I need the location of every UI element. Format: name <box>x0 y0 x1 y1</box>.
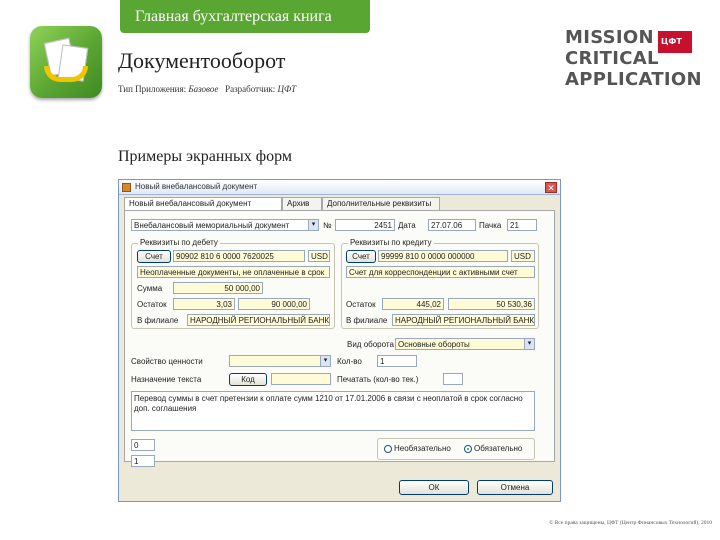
tab-archive[interactable]: Архив <box>282 197 322 210</box>
dialog-titlebar: Новый внебалансовый документ ✕ <box>119 180 560 195</box>
credit-account-field[interactable]: 99999 810 0 0000 000000 <box>378 250 508 262</box>
code-button[interactable]: Код <box>229 373 267 386</box>
cancel-button[interactable]: Отмена <box>477 480 553 495</box>
doc-type-select[interactable]: Внебалансовый мемориальный документ ▾ <box>131 219 319 231</box>
app-meta: Тип Приложения: Базовое Разработчик: ЦФТ <box>118 84 296 94</box>
credit-account-button[interactable]: Счет <box>346 250 376 263</box>
small-field-2[interactable]: 1 <box>131 455 155 467</box>
tab-extra[interactable]: Дополнительные реквизиты <box>322 197 440 210</box>
pack-label: Пачка <box>479 221 502 230</box>
debit-title: Реквизиты по дебету <box>138 238 220 247</box>
num-label: № <box>323 221 332 230</box>
app-title: Документооборот <box>118 48 286 73</box>
radio-optional[interactable]: Необязательно <box>384 444 451 453</box>
chevron-down-icon: ▾ <box>524 339 534 349</box>
radio-icon <box>384 444 392 453</box>
code-field[interactable] <box>271 373 331 385</box>
close-button[interactable]: ✕ <box>545 182 557 193</box>
mandatory-radio-group: Необязательно Обязательно <box>377 438 535 460</box>
type-value: Базовое <box>188 84 219 94</box>
radio-required[interactable]: Обязательно <box>464 444 522 453</box>
debit-branch-field[interactable]: НАРОДНЫЙ РЕГИОНАЛЬНЫЙ БАНК <box>187 314 330 326</box>
ok-button[interactable]: ОК <box>399 480 469 495</box>
pack-field[interactable]: 21 <box>507 219 537 231</box>
document-icon <box>122 183 131 192</box>
radio-selected-icon <box>464 444 472 453</box>
type-label: Тип Приложения: <box>118 84 187 94</box>
turnover-label: Вид оборота <box>347 340 394 349</box>
debit-rest-label: Остаток <box>137 300 167 309</box>
book-tab: Главная бухгалтерская книга <box>120 0 370 33</box>
date-label: Дата <box>398 221 416 230</box>
dialog-title: Новый внебалансовый документ <box>135 182 258 191</box>
debit-group: Реквизиты по дебету Счет 90902 810 6 000… <box>131 238 335 329</box>
debit-sum-label: Сумма <box>137 284 163 293</box>
debit-rest-value: 90 000,00 <box>238 298 310 310</box>
dialog-screenshot: Новый внебалансовый документ ✕ Новый вне… <box>118 179 561 502</box>
purpose-label: Назначение текста <box>131 375 202 384</box>
cft-badge: ЦФТ <box>658 31 692 53</box>
debit-currency[interactable]: USD <box>308 250 330 262</box>
property-label: Свойство ценности <box>131 357 203 366</box>
developer-value: ЦФТ <box>277 84 297 94</box>
credit-rest-label: Остаток <box>346 300 376 309</box>
credit-group: Реквизиты по кредиту Счет 99999 810 0 00… <box>341 238 539 329</box>
debit-sum-field[interactable]: 50 000,00 <box>173 282 263 294</box>
date-field[interactable]: 27.07.06 <box>428 219 476 231</box>
tab-new-document[interactable]: Новый внебалансовый документ <box>124 197 282 211</box>
developer-label: Разработчик: <box>225 84 276 94</box>
debit-account-field[interactable]: 90902 810 6 0000 7620025 <box>173 250 305 262</box>
credit-branch-field[interactable]: НАРОДНЫЙ РЕГИОНАЛЬНЫЙ БАНК <box>392 314 535 326</box>
purpose-textarea[interactable]: Перевод суммы в счет претензии к оплате … <box>131 391 535 431</box>
debit-account-button[interactable]: Счет <box>137 250 171 263</box>
credit-title: Реквизиты по кредиту <box>348 238 434 247</box>
debit-branch-label: В филиале <box>137 316 179 325</box>
section-heading: Примеры экранных форм <box>118 148 292 165</box>
chevron-down-icon: ▾ <box>308 220 318 230</box>
credit-currency[interactable]: USD <box>511 250 535 262</box>
quantity-field[interactable]: 1 <box>377 355 417 367</box>
debit-account-name: Неоплаченные документы, не оплаченные в … <box>137 266 330 278</box>
doc-number-field[interactable]: 2451 <box>335 219 395 231</box>
print-count-field[interactable] <box>443 373 463 385</box>
dialog-panel: Внебалансовый мемориальный документ ▾ № 2… <box>124 210 555 467</box>
credit-branch-label: В филиале <box>346 316 388 325</box>
quantity-label: Кол-во <box>337 357 362 366</box>
debit-rest-rate: 3,03 <box>173 298 235 310</box>
small-field-1[interactable]: 0 <box>131 439 155 451</box>
documents-app-icon <box>30 26 102 98</box>
property-select[interactable]: ▾ <box>229 355 331 367</box>
credit-account-name: Счет для корреспонденции с активными сче… <box>346 266 535 278</box>
chevron-down-icon: ▾ <box>320 356 330 366</box>
turnover-select[interactable]: Основные обороты ▾ <box>395 338 535 350</box>
print-label: Печатать (кол-во тек.) <box>337 375 419 384</box>
copyright: © Все права защищены, ЦФТ (Центр Финансо… <box>549 520 712 526</box>
credit-rest-rate: 445,02 <box>382 298 444 310</box>
credit-rest-value: 50 530,36 <box>448 298 535 310</box>
